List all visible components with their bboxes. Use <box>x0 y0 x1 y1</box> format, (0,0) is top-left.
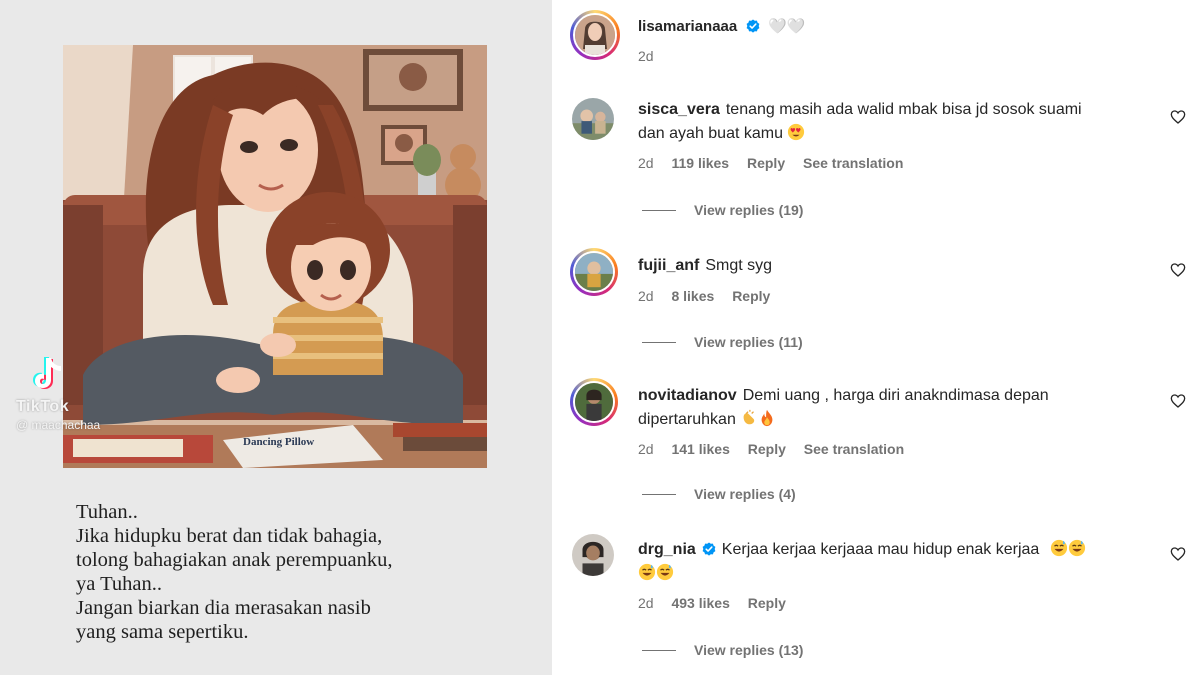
comment-time: 2d <box>638 288 654 304</box>
comment-item: sisca_vera tenang masih ada walid mbak bi… <box>570 98 1190 228</box>
comment-body: drg_nia Kerjaa kerjaa kerjaaa mau hidup e… <box>638 538 1108 586</box>
clap-emoji-icon <box>743 409 755 425</box>
book-title: Dancing Pillow <box>243 436 314 448</box>
like-heart-icon[interactable] <box>1170 546 1186 562</box>
comment-item: fujii_anf Smgt syg 2d 8 likes Reply View … <box>570 248 1190 358</box>
comment-time: 2d <box>638 441 654 457</box>
view-replies-label: View replies (11) <box>694 334 803 350</box>
comment-username[interactable]: sisca_vera <box>638 101 720 118</box>
tiktok-username: @ maachachaa <box>16 418 101 432</box>
reply-button[interactable]: Reply <box>748 441 786 457</box>
sweat-smile-emoji-icon <box>1050 539 1067 557</box>
comment-item: novitadianov Demi uang , harga diri anakn… <box>570 378 1190 508</box>
tiktok-watermark: TikTok @ maachachaa <box>8 352 128 442</box>
comment-text: Kerjaa kerjaa kerjaaa mau hidup enak ker… <box>721 541 1040 558</box>
comment-time: 2d <box>638 155 654 171</box>
reply-button[interactable]: Reply <box>748 595 786 611</box>
view-replies-label: View replies (4) <box>694 486 796 502</box>
caption-line: Jangan biarkan dia merasakan nasib <box>76 597 371 619</box>
fire-emoji-icon <box>761 409 773 427</box>
view-replies-button[interactable]: View replies (11) <box>642 334 803 350</box>
view-replies-button[interactable]: View replies (13) <box>642 642 803 658</box>
comment-body: sisca_vera tenang masih ada walid mbak bi… <box>638 98 1108 146</box>
comment-time: 2d <box>638 595 654 611</box>
caption-line: Tuhan.. <box>76 501 138 523</box>
post-panel: Dancing Pillow TikTok @ maachachaa Tuhan… <box>0 0 552 675</box>
reply-button[interactable]: Reply <box>747 155 785 171</box>
like-heart-icon[interactable] <box>1170 262 1186 278</box>
comment-meta: 2d 119 likes Reply See translation <box>638 155 917 171</box>
caption-line: tolong bahagiakan anak perempuanku, <box>76 549 393 571</box>
comment-meta: 2d 8 likes Reply <box>638 288 784 304</box>
comment-meta: 2d 493 likes Reply <box>638 595 800 611</box>
comment-text: Smgt syg <box>705 257 773 274</box>
caption-line: ya Tuhan.. <box>76 573 163 595</box>
replies-divider-line <box>642 649 676 651</box>
sweat-smile-emoji-icon <box>656 563 674 581</box>
author-time: 2d <box>638 48 654 64</box>
see-translation-button[interactable]: See translation <box>804 441 904 457</box>
comment-likes[interactable]: 493 likes <box>671 595 729 611</box>
heart-eyes-emoji-icon <box>788 123 805 141</box>
comment-likes[interactable]: 119 likes <box>671 155 729 171</box>
commenter-avatar[interactable] <box>570 248 618 296</box>
comment-likes[interactable]: 141 likes <box>671 441 729 457</box>
comment-username[interactable]: drg_nia <box>638 541 696 558</box>
comment-username[interactable]: fujii_anf <box>638 257 699 274</box>
replies-divider-line <box>642 209 676 211</box>
commenter-avatar[interactable] <box>572 534 614 576</box>
author-caption-text: 🤍🤍 <box>768 18 806 35</box>
verified-badge-icon <box>746 19 760 33</box>
comment-username[interactable]: novitadianov <box>638 387 737 404</box>
see-translation-button[interactable]: See translation <box>803 155 903 171</box>
reply-button[interactable]: Reply <box>732 288 770 304</box>
verified-badge-icon <box>702 542 716 556</box>
tiktok-icon <box>33 357 61 389</box>
comment-meta: 2d 141 likes Reply See translation <box>638 441 918 457</box>
commenter-avatar[interactable] <box>570 378 618 426</box>
view-replies-button[interactable]: View replies (19) <box>642 202 803 218</box>
sweat-smile-emoji-icon <box>638 563 656 581</box>
author-username[interactable]: lisamarianaaa <box>638 18 737 35</box>
like-heart-icon[interactable] <box>1170 109 1186 125</box>
sweat-smile-emoji-icon <box>1068 539 1085 557</box>
view-replies-button[interactable]: View replies (4) <box>642 486 796 502</box>
comment-body: novitadianov Demi uang , harga diri anakn… <box>638 384 1108 432</box>
post-caption: Tuhan.. Jika hidupku berat dan tidak bah… <box>76 500 516 644</box>
replies-divider-line <box>642 341 676 343</box>
caption-line: Jika hidupku berat dan tidak bahagia, <box>76 525 383 547</box>
commenter-avatar[interactable] <box>572 98 614 140</box>
comment-body: fujii_anf Smgt syg <box>638 254 1108 278</box>
author-avatar[interactable] <box>570 10 620 60</box>
view-replies-label: View replies (19) <box>694 202 804 218</box>
like-heart-icon[interactable] <box>1170 393 1186 409</box>
replies-divider-line <box>642 493 676 495</box>
comments-panel: lisamarianaaa 🤍🤍 2d sisca_vera tenang mas… <box>552 0 1200 675</box>
tiktok-brand: TikTok <box>16 398 70 415</box>
caption-line: yang sama sepertiku. <box>76 621 249 643</box>
comment-item: drg_nia Kerjaa kerjaa kerjaaa mau hidup e… <box>570 534 1190 666</box>
comment-likes[interactable]: 8 likes <box>671 288 714 304</box>
view-replies-label: View replies (13) <box>694 642 804 658</box>
author-caption: lisamarianaaa 🤍🤍 2d <box>570 10 1170 70</box>
